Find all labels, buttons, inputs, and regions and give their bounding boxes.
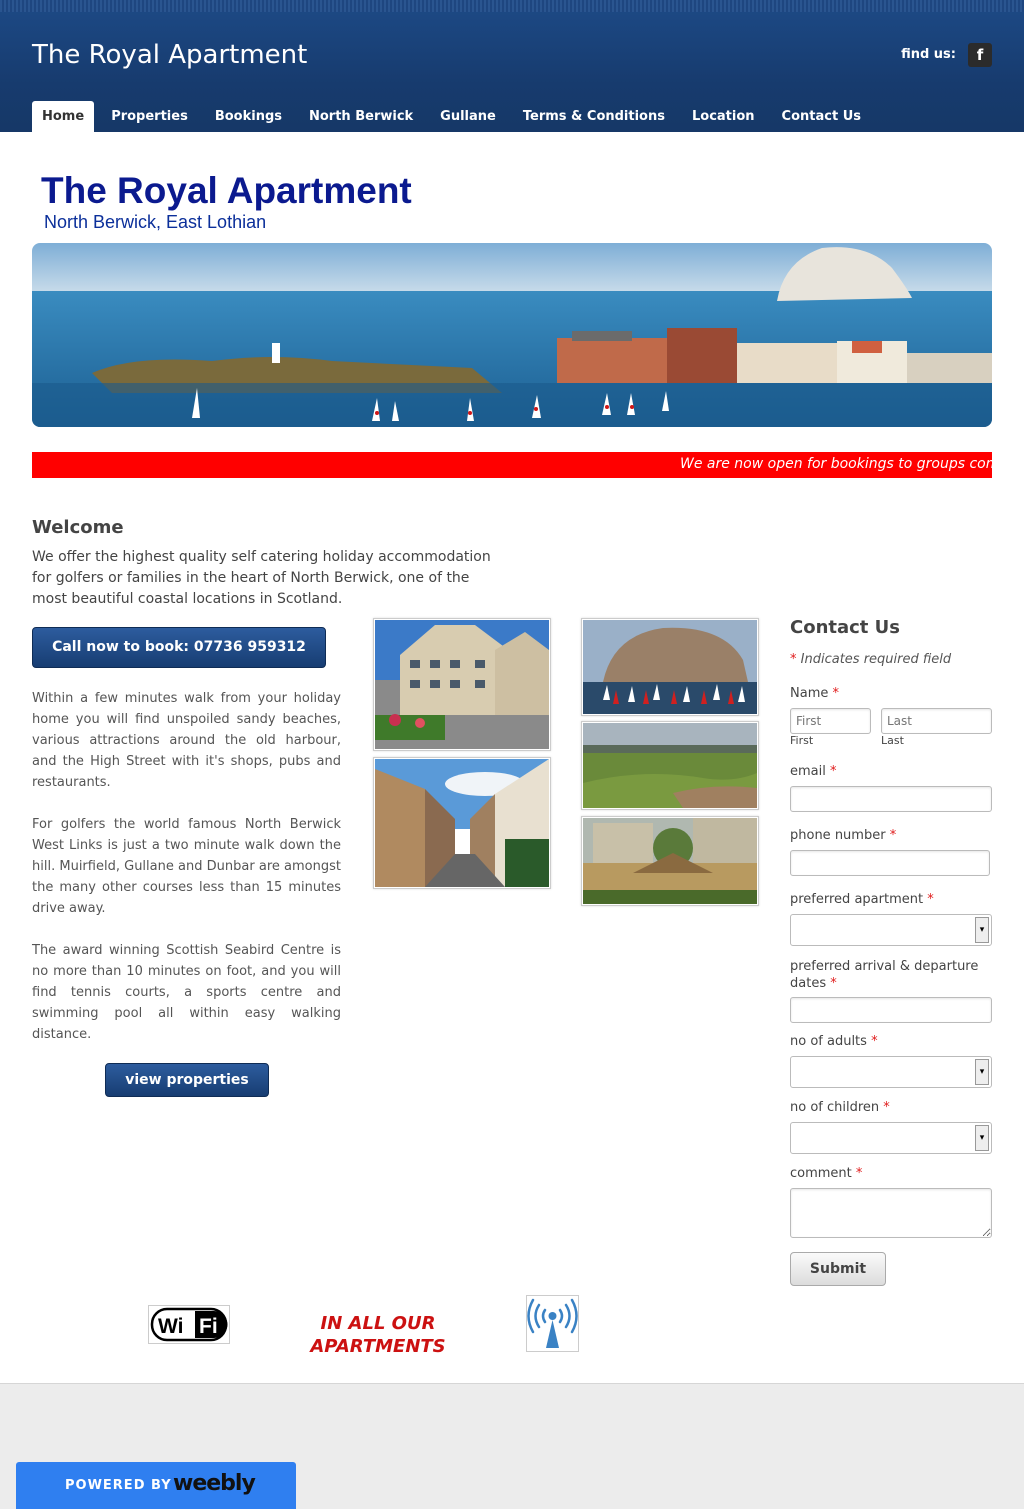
intro-paragraph-2: For golfers the world famous North Berwi… bbox=[32, 817, 341, 916]
apartment-label-text: preferred apartment bbox=[790, 892, 924, 907]
welcome-heading: Welcome bbox=[32, 517, 124, 538]
comment-label-text: comment bbox=[790, 1166, 852, 1181]
phone-label: phone number * bbox=[790, 828, 896, 843]
powered-by-text: POWERED BY bbox=[65, 1478, 172, 1493]
apartments-exterior-photo[interactable] bbox=[581, 816, 759, 906]
high-street-photo[interactable] bbox=[373, 757, 551, 889]
required-star: * bbox=[871, 1034, 878, 1049]
wifi-logo-wi: Wi bbox=[158, 1315, 183, 1338]
submit-button[interactable]: Submit bbox=[790, 1252, 886, 1286]
last-sublabel: Last bbox=[881, 734, 904, 747]
email-label-text: email bbox=[790, 764, 826, 779]
brand-subtitle: North Berwick, East Lothian bbox=[44, 212, 267, 232]
view-properties-button[interactable]: view properties bbox=[105, 1063, 269, 1097]
first-name-input[interactable] bbox=[790, 708, 871, 734]
children-select[interactable]: ▾ bbox=[790, 1122, 992, 1154]
required-star: * bbox=[855, 1166, 863, 1181]
required-star: * bbox=[830, 764, 837, 779]
wifi-logo-fi: Fi bbox=[199, 1315, 218, 1338]
main-nav: Home Properties Bookings North Berwick G… bbox=[32, 101, 878, 132]
harbour-banner-image bbox=[32, 243, 992, 427]
find-us-label: find us: bbox=[901, 47, 956, 62]
site-header: The Royal Apartment find us: f Home Prop… bbox=[0, 0, 1024, 132]
comment-label: comment * bbox=[790, 1166, 862, 1181]
required-note-text: Indicates required field bbox=[800, 652, 952, 667]
comment-textarea[interactable] bbox=[790, 1188, 992, 1238]
required-star: * bbox=[927, 892, 934, 907]
apartment-building-photo[interactable] bbox=[373, 618, 551, 751]
weebly-badge[interactable]: POWERED BY weebly bbox=[16, 1462, 296, 1509]
bass-rock-regatta-photo[interactable] bbox=[581, 618, 759, 716]
name-label: Name * bbox=[790, 686, 839, 701]
all-apartments-text: IN ALL OUR APARTMENTS bbox=[310, 1313, 446, 1357]
wifi-logo: Wi Fi bbox=[148, 1305, 230, 1344]
intro-paragraph-1: Within a few minutes walk from your holi… bbox=[32, 691, 341, 790]
nav-gullane[interactable]: Gullane bbox=[430, 101, 506, 132]
contact-form-heading: Contact Us bbox=[790, 617, 901, 638]
nav-location[interactable]: Location bbox=[682, 101, 765, 132]
last-name-input[interactable] bbox=[881, 708, 992, 734]
dates-field[interactable] bbox=[790, 997, 992, 1023]
weebly-logo: weebly bbox=[173, 1471, 256, 1496]
required-star: * bbox=[832, 686, 840, 701]
brand-title: The Royal Apartment bbox=[41, 170, 412, 211]
adults-label: no of adults * bbox=[790, 1034, 878, 1049]
required-star: * bbox=[790, 652, 797, 667]
dates-label: preferred arrival & departure dates * bbox=[790, 958, 992, 992]
welcome-text: We offer the highest quality self cateri… bbox=[32, 549, 491, 607]
required-star: * bbox=[883, 1100, 890, 1115]
nav-terms-conditions[interactable]: Terms & Conditions bbox=[513, 101, 675, 132]
main-content: The Royal Apartment North Berwick, East … bbox=[0, 132, 1024, 1384]
email-label: email * bbox=[790, 764, 837, 779]
required-star: * bbox=[830, 976, 837, 991]
apartment-label: preferred apartment * bbox=[790, 892, 934, 907]
first-sublabel: First bbox=[790, 734, 814, 747]
golf-links-photo[interactable] bbox=[581, 721, 759, 810]
dates-label-text: preferred arrival & departure dates bbox=[790, 959, 979, 991]
wireless-antenna-icon bbox=[526, 1295, 579, 1352]
facebook-icon[interactable]: f bbox=[968, 43, 992, 67]
chevron-down-icon[interactable]: ▾ bbox=[975, 1059, 989, 1085]
call-to-book-button[interactable]: Call now to book: 07736 959312 bbox=[32, 627, 326, 668]
nav-contact-us[interactable]: Contact Us bbox=[772, 101, 871, 132]
nav-bookings[interactable]: Bookings bbox=[205, 101, 292, 132]
adults-label-text: no of adults bbox=[790, 1034, 867, 1049]
required-star: * bbox=[889, 828, 897, 843]
name-label-text: Name bbox=[790, 686, 829, 701]
children-label: no of children * bbox=[790, 1100, 890, 1115]
nav-north-berwick[interactable]: North Berwick bbox=[299, 101, 423, 132]
announcement-ticker: We are now open for bookings to groups c… bbox=[32, 452, 992, 478]
phone-field[interactable] bbox=[790, 850, 990, 876]
required-note: * Indicates required field bbox=[790, 652, 951, 667]
nav-home[interactable]: Home bbox=[32, 101, 95, 132]
chevron-down-icon[interactable]: ▾ bbox=[975, 917, 989, 943]
nav-properties[interactable]: Properties bbox=[101, 101, 198, 132]
email-field[interactable] bbox=[790, 786, 992, 812]
children-label-text: no of children bbox=[790, 1100, 880, 1115]
adults-select[interactable]: ▾ bbox=[790, 1056, 992, 1088]
ticker-text[interactable]: We are now open for bookings to groups c… bbox=[680, 456, 992, 472]
phone-label-text: phone number bbox=[790, 828, 886, 843]
site-title[interactable]: The Royal Apartment bbox=[32, 40, 307, 70]
intro-paragraph-3: The award winning Scottish Seabird Centr… bbox=[32, 943, 341, 1042]
chevron-down-icon[interactable]: ▾ bbox=[975, 1125, 989, 1151]
apartment-select[interactable]: ▾ bbox=[790, 914, 992, 946]
